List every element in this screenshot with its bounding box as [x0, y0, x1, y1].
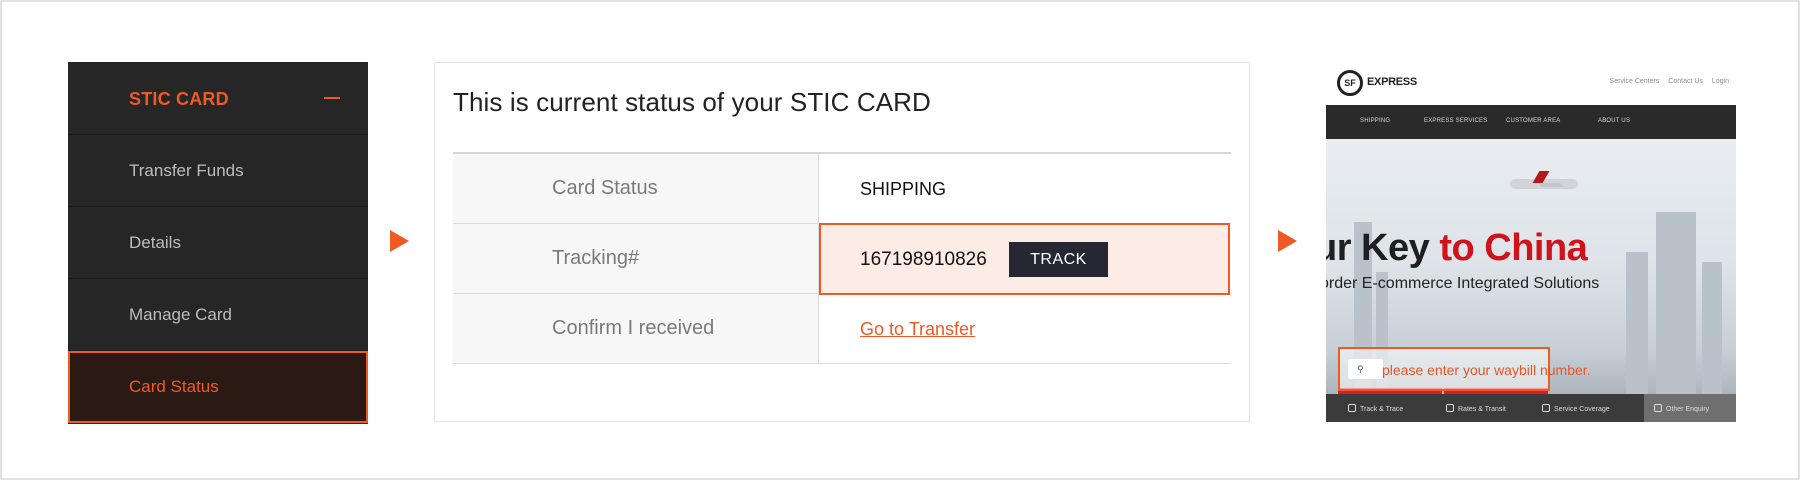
- row-label-cell: Tracking#: [453, 224, 819, 293]
- tracking-label: Tracking#: [552, 247, 640, 269]
- sidebar-item-manage-card[interactable]: Manage Card: [68, 279, 368, 351]
- sidebar-item-label: Manage Card: [129, 305, 233, 324]
- sidebar-menu: STIC CARD Transfer Funds Details Manage …: [68, 62, 368, 424]
- search-icon: ⚲: [1357, 364, 1364, 374]
- table-row: Tracking# 167198910826 TRACK: [453, 223, 1231, 295]
- flow-canvas: STIC CARD Transfer Funds Details Manage …: [0, 0, 1800, 480]
- table-row: Confirm I received Go to Transfer: [453, 294, 1231, 364]
- sf-quick-link-track[interactable]: Track & Trace: [1348, 404, 1403, 413]
- row-value-cell: Go to Transfer: [819, 294, 1231, 363]
- card-status-label: Card Status: [552, 177, 658, 199]
- page-title: This is current status of your STIC CARD: [453, 87, 931, 117]
- table-row: Card Status SHIPPING: [453, 154, 1231, 224]
- enquiry-icon: [1654, 404, 1662, 412]
- sidebar-header[interactable]: STIC CARD: [68, 62, 368, 135]
- sf-top-link[interactable]: Service Centers: [1610, 78, 1660, 85]
- sf-top-links: Service Centers Contact Us Login: [1610, 78, 1736, 85]
- sf-logo-text: EXPRESS: [1367, 76, 1417, 88]
- row-label-cell: Confirm I received: [453, 294, 819, 363]
- sf-header: SF EXPRESS Service Centers Contact Us Lo…: [1326, 62, 1736, 105]
- sf-nav-item[interactable]: EXPRESS SERVICES: [1424, 118, 1487, 124]
- go-to-transfer-link[interactable]: Go to Transfer: [860, 319, 975, 340]
- row-value-cell: SHIPPING: [819, 154, 1231, 223]
- sf-nav-bar: SHIPPING EXPRESS SERVICES CUSTOMER AREA …: [1326, 105, 1736, 139]
- flow-arrow-icon: [1278, 230, 1297, 252]
- globe-icon: [1542, 404, 1550, 412]
- card-status-value: SHIPPING: [860, 179, 947, 199]
- sf-quick-link-coverage[interactable]: Service Coverage: [1542, 404, 1610, 413]
- waybill-placeholder: please enter your waybill number.: [1382, 362, 1591, 378]
- waybill-search-input[interactable]: ⚲ please enter your waybill number.: [1338, 347, 1591, 391]
- sf-hero-subheadline: order E-commerce Integrated Solutions: [1326, 275, 1600, 292]
- sidebar-item-label: Transfer Funds: [129, 161, 244, 180]
- sf-logo-icon: SF: [1337, 70, 1363, 96]
- rates-icon: [1446, 404, 1454, 412]
- sidebar-title: STIC CARD: [129, 89, 229, 109]
- flow-arrow-icon: [390, 230, 409, 252]
- collapse-icon[interactable]: [324, 97, 340, 99]
- sf-nav-item[interactable]: CUSTOMER AREA: [1506, 118, 1561, 124]
- sf-hero-headline: ur Key to China: [1326, 227, 1588, 269]
- sidebar-item-details[interactable]: Details: [68, 207, 368, 279]
- sf-quick-link-rates[interactable]: Rates & Transit: [1446, 404, 1506, 413]
- sf-express-screenshot: SF EXPRESS Service Centers Contact Us Lo…: [1326, 62, 1736, 422]
- card-status-panel: This is current status of your STIC CARD…: [434, 62, 1250, 422]
- sf-quick-link-enquiry: Other Enquiry: [1654, 404, 1709, 413]
- row-label-cell: Card Status: [453, 154, 819, 223]
- search-box: [1348, 359, 1383, 379]
- tracking-value-cell-highlighted: 167198910826 TRACK: [819, 223, 1230, 295]
- sidebar-item-label: Card Status: [129, 377, 219, 396]
- sf-other-enquiry-tab[interactable]: Other Enquiry: [1644, 394, 1736, 422]
- sidebar-item-transfer-funds[interactable]: Transfer Funds: [68, 135, 368, 207]
- sf-nav-item[interactable]: ABOUT US: [1598, 118, 1630, 124]
- sf-top-link[interactable]: Contact Us: [1668, 78, 1703, 85]
- sf-nav-item[interactable]: SHIPPING: [1360, 118, 1390, 124]
- sidebar-item-label: Details: [129, 233, 181, 252]
- sf-top-link[interactable]: Login: [1712, 78, 1729, 85]
- status-table: Card Status SHIPPING Tracking# 167198910…: [453, 152, 1231, 364]
- confirm-received-label: Confirm I received: [552, 317, 715, 339]
- track-icon: [1348, 404, 1356, 412]
- skyline-building: [1656, 212, 1696, 422]
- track-button[interactable]: TRACK: [1009, 242, 1108, 277]
- tracking-number: 167198910826: [860, 249, 987, 270]
- sf-quick-links: Track & Trace Rates & Transit Service Co…: [1326, 394, 1736, 422]
- airplane-icon: [1510, 179, 1578, 189]
- sidebar-item-card-status[interactable]: Card Status: [68, 351, 368, 423]
